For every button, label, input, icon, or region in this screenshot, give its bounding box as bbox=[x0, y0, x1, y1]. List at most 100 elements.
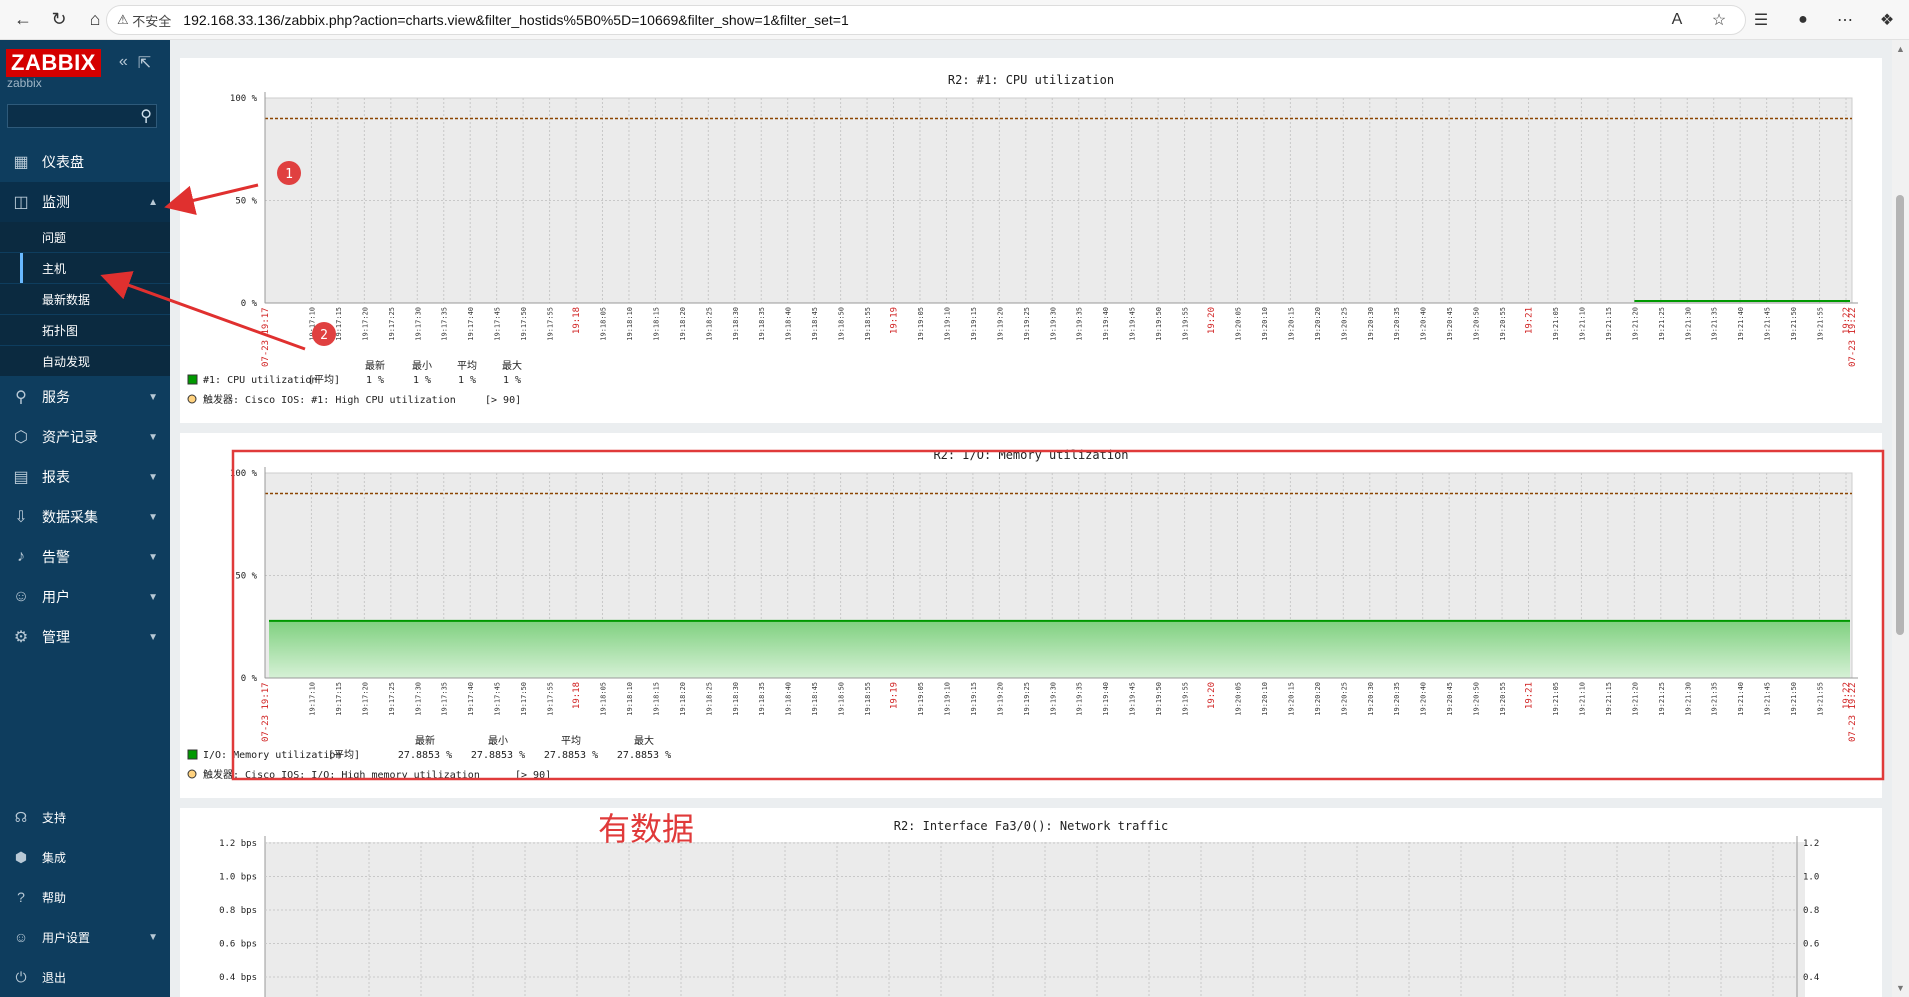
more-options-icon[interactable]: ⋯ bbox=[1833, 8, 1857, 32]
x-tick-label: 19:19:40 bbox=[1102, 682, 1110, 716]
favorites-list-icon[interactable]: ☰ bbox=[1749, 8, 1773, 32]
scroll-down-icon[interactable]: ▼ bbox=[1896, 983, 1905, 993]
zabbix-logo[interactable]: ZABBIX bbox=[6, 49, 101, 77]
warning-icon: ⚠ bbox=[117, 12, 129, 27]
submenu-item-1[interactable]: 主机 bbox=[0, 253, 170, 284]
x-tick-label: 19:17:35 bbox=[441, 682, 449, 716]
sidebar-item-7[interactable]: ☺ 用户 ▼ bbox=[0, 577, 170, 617]
search-icon[interactable]: ⚲ bbox=[140, 106, 152, 126]
legend-value: 27.8853 % bbox=[398, 750, 452, 761]
x-tick-label: 19:18:40 bbox=[785, 682, 793, 716]
sidebar-item-label: 服务 bbox=[42, 389, 70, 405]
monitoring-icon: ◫ bbox=[13, 194, 29, 211]
address-bar[interactable]: ⚠ 不安全 192.168.33.136/zabbix.php?action=c… bbox=[106, 5, 1746, 35]
scrollbar-thumb[interactable] bbox=[1896, 195, 1904, 635]
x-tick-label: 19:17:50 bbox=[520, 682, 528, 716]
legend-trigger-cond: [> 90] bbox=[515, 770, 551, 781]
sidebar-item-2[interactable]: ⚲ 服务 ▼ bbox=[0, 377, 170, 417]
x-tick-label: 19:20:05 bbox=[1234, 307, 1242, 341]
x-tick-label: 19:21:30 bbox=[1684, 307, 1692, 341]
home-icon[interactable]: ⌂ bbox=[82, 7, 108, 33]
submenu-item-4[interactable]: 自动发现 bbox=[0, 346, 170, 377]
x-tick-label: 19:17:30 bbox=[414, 682, 422, 716]
x-tick-label: 19:20:55 bbox=[1499, 682, 1507, 716]
plot-area bbox=[265, 842, 1805, 997]
x-tick-label: 19:21:15 bbox=[1605, 307, 1613, 341]
chevron-down-icon: ▼ bbox=[148, 391, 158, 403]
chart-title: R2: #1: CPU utilization bbox=[948, 73, 1114, 87]
legend-header: 平均 bbox=[561, 735, 581, 747]
x-tick-label: 19:20:40 bbox=[1420, 682, 1428, 716]
x-tick-label: 19:17:10 bbox=[308, 682, 316, 716]
sidebar-item-3[interactable]: ⬡ 资产记录 ▼ bbox=[0, 417, 170, 457]
x-tick-label: 19:21:10 bbox=[1578, 307, 1586, 341]
chart-panel-memory: R2: I/O: Memory utilization 100 % 50 % 0 % 0… bbox=[180, 433, 1882, 798]
x-tick-label: 19:21:50 bbox=[1790, 307, 1798, 341]
legend-value: 1 % bbox=[413, 375, 431, 386]
x-tick-label: 19:19:40 bbox=[1102, 307, 1110, 341]
submenu-item-0[interactable]: 问题 bbox=[0, 222, 170, 253]
x-tick-label: 19:18:20 bbox=[679, 307, 687, 341]
submenu-item-2[interactable]: 最新数据 bbox=[0, 284, 170, 315]
x-tick-label: 19:18:05 bbox=[599, 682, 607, 716]
y-tick-label: 0.8 bps bbox=[219, 906, 257, 916]
x-tick-label: 19:20:15 bbox=[1287, 307, 1295, 341]
bottom-item-4[interactable]: ⏻ 退出 bbox=[0, 957, 170, 997]
sidebar-item-0[interactable]: ▦ 仪表盘 bbox=[0, 142, 170, 182]
x-tick-label: 19:17:45 bbox=[494, 682, 502, 716]
bottom-item-0[interactable]: ☊ 支持 bbox=[0, 797, 170, 837]
y-tick-label: 0.6 bps bbox=[219, 940, 257, 950]
sidebar-search-input[interactable]: ⚲ bbox=[7, 104, 157, 128]
chevron-down-icon: ▼ bbox=[148, 511, 158, 523]
legend-header: 最新 bbox=[415, 734, 435, 747]
kiosk-mode-icon[interactable]: ⇱ bbox=[138, 53, 151, 73]
submenu-item-3[interactable]: 拓扑图 bbox=[0, 315, 170, 346]
y2-tick-label: 0.8 bbox=[1803, 906, 1819, 916]
bottom-item-3[interactable]: ☺ 用户设置 ▼ bbox=[0, 917, 170, 957]
x-tick-label: 19:20 bbox=[1207, 307, 1217, 334]
x-tick-label: 19:21:05 bbox=[1552, 682, 1560, 716]
legend-color-swatch bbox=[187, 749, 198, 760]
bottom-item-2[interactable]: ? 帮助 bbox=[0, 877, 170, 917]
x-tick-label: 19:18:35 bbox=[758, 307, 766, 341]
page-scrollbar[interactable]: ▲ ▼ bbox=[1892, 40, 1909, 997]
x-tick-label: 19:17:20 bbox=[361, 307, 369, 341]
chevron-down-icon: ▼ bbox=[148, 931, 158, 943]
reload-icon[interactable]: ↻ bbox=[46, 7, 72, 33]
chart-panel-network: R2: Interface Fa3/0(): Network traffic 1.… bbox=[180, 808, 1882, 997]
x-tick-label: 19:19:30 bbox=[1049, 307, 1057, 341]
x-tick-label: 19:19 bbox=[890, 307, 900, 334]
y-tick-label: 50 % bbox=[235, 197, 257, 207]
x-tick-label: 19:18:15 bbox=[652, 307, 660, 341]
sidebar-item-1[interactable]: ◫ 监测 ▲ bbox=[0, 182, 170, 222]
sidebar-item-6[interactable]: ♪ 告警 ▼ bbox=[0, 537, 170, 577]
chart-title: R2: Interface Fa3/0(): Network traffic bbox=[894, 819, 1169, 833]
collapse-sidebar-icon[interactable]: « bbox=[119, 53, 128, 73]
sidebar-item-5[interactable]: ⇩ 数据采集 ▼ bbox=[0, 497, 170, 537]
x-tick-label: 19:19:05 bbox=[917, 682, 925, 716]
sidebar-item-8[interactable]: ⚙ 管理 ▼ bbox=[0, 617, 170, 657]
url-text[interactable]: 192.168.33.136/zabbix.php?action=charts.… bbox=[183, 12, 848, 28]
x-tick-label: 19:17:45 bbox=[494, 307, 502, 341]
sidebar-item-4[interactable]: ▤ 报表 ▼ bbox=[0, 457, 170, 497]
profile-avatar-icon[interactable]: ● bbox=[1791, 8, 1815, 32]
security-warning[interactable]: ⚠ 不安全 bbox=[117, 11, 171, 30]
network-traffic-chart: R2: Interface Fa3/0(): Network traffic 1.… bbox=[219, 819, 1819, 997]
x-tick-label: 19:17:40 bbox=[467, 682, 475, 716]
x-tick-label: 19:21:55 bbox=[1817, 682, 1825, 716]
legend-trigger-label: 触发器: Cisco IOS: #1: High CPU utilization bbox=[203, 393, 456, 406]
x-tick-label: 19:21:10 bbox=[1578, 682, 1586, 716]
x-tick-label: 19:18:10 bbox=[626, 307, 634, 341]
legend-color-swatch bbox=[187, 374, 198, 385]
bottom-item-1[interactable]: ⬢ 集成 bbox=[0, 837, 170, 877]
x-tick-label: 19:21:50 bbox=[1790, 682, 1798, 716]
copilot-icon[interactable]: ❖ bbox=[1875, 8, 1899, 32]
back-icon[interactable]: ← bbox=[10, 7, 36, 33]
sidebar-item-label: 用户 bbox=[42, 589, 70, 605]
x-tick-label: 19:19 bbox=[890, 682, 900, 709]
scroll-up-icon[interactable]: ▲ bbox=[1896, 44, 1905, 54]
legend-header: 最小 bbox=[412, 360, 432, 372]
favorite-star-icon[interactable]: ☆ bbox=[1707, 8, 1731, 32]
read-aloud-icon[interactable]: A bbox=[1665, 8, 1689, 32]
x-tick-label: 19:20:05 bbox=[1234, 682, 1242, 716]
